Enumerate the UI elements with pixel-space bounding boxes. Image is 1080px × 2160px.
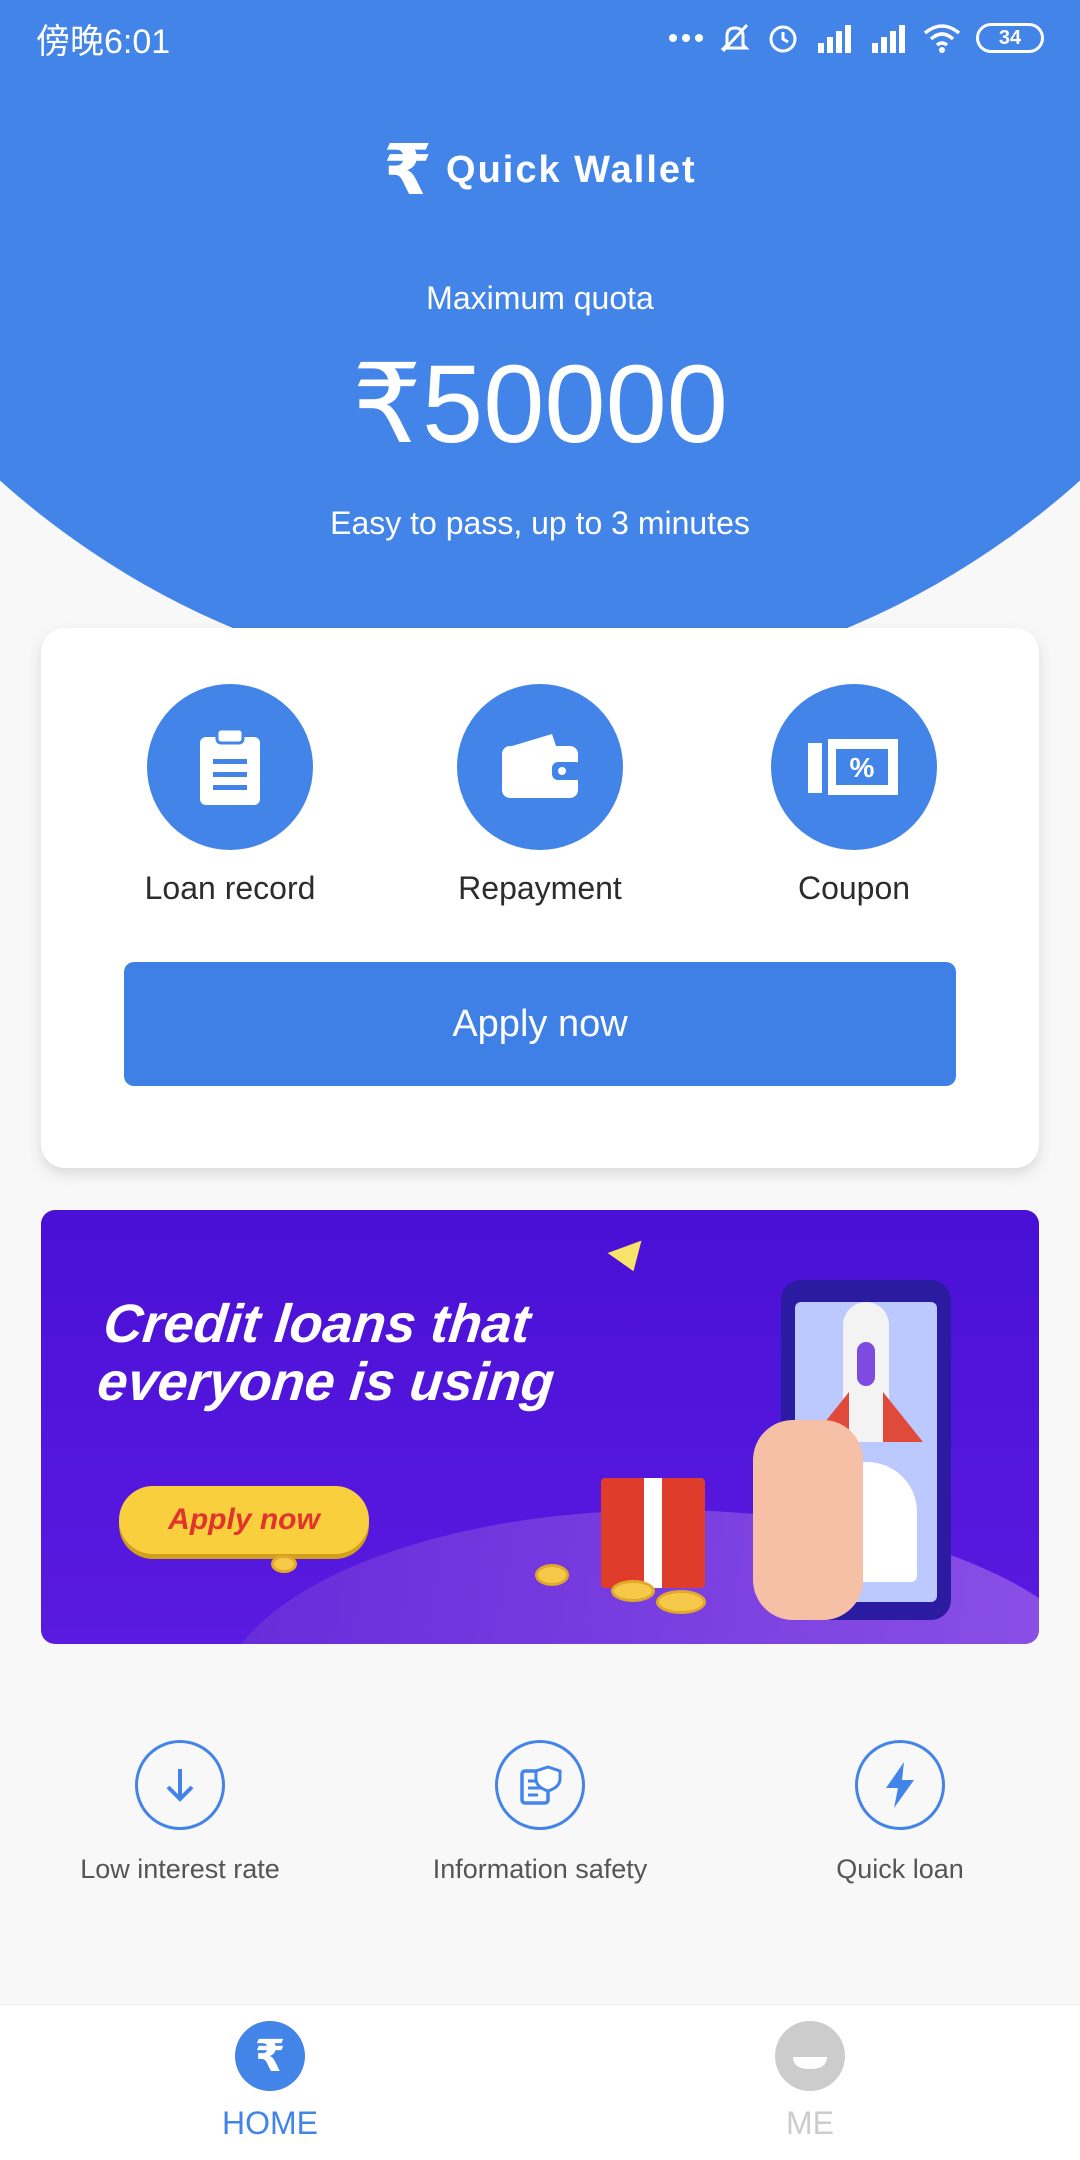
rocket-window	[857, 1342, 875, 1386]
coupon-icon: %	[771, 684, 937, 850]
coin-icon	[611, 1580, 655, 1602]
quota-note: Easy to pass, up to 3 minutes	[330, 505, 750, 541]
paper-plane-icon	[607, 1240, 651, 1278]
tab-label: HOME	[222, 2105, 318, 2141]
status-icons: 34	[668, 21, 1044, 55]
tab-home[interactable]: ₹ HOME	[120, 2021, 420, 2142]
status-bar: 傍晚6:01 34	[0, 0, 1080, 76]
banner-title-line1: Credit loans that	[100, 1294, 534, 1354]
tab-me[interactable]: ME	[660, 2021, 960, 2142]
hand-illustration	[753, 1420, 863, 1620]
coin-icon	[535, 1564, 569, 1586]
action-card: Loan record Repayment % Coupon Apply now	[41, 628, 1039, 1168]
banner-title-line2: everyone is using	[94, 1352, 558, 1412]
signal-r-icon	[818, 25, 851, 53]
coin-icon	[271, 1555, 297, 1573]
battery-icon: 34	[976, 23, 1044, 53]
action-label: Loan record	[144, 870, 316, 906]
promo-banner[interactable]: Credit loans that everyone is using Appl…	[41, 1210, 1039, 1644]
lightning-icon	[855, 1740, 945, 1830]
feature-label: Quick loan	[836, 1854, 964, 1884]
quota-label: Maximum quota	[426, 280, 654, 316]
bell-muted-icon	[720, 23, 750, 53]
rupee-icon: ₹	[235, 2021, 305, 2091]
secure-document-icon	[495, 1740, 585, 1830]
feature-information-safety: Information safety	[390, 1740, 690, 1885]
action-label: Repayment	[458, 870, 622, 906]
coupon-button[interactable]: % Coupon	[729, 684, 979, 907]
feature-label: Information safety	[432, 1854, 648, 1884]
wifi-icon	[923, 24, 961, 53]
feature-quick-loan: Quick loan	[750, 1740, 1050, 1885]
rupee-logo-icon: ₹	[383, 131, 433, 209]
repayment-button[interactable]: Repayment	[415, 684, 665, 907]
wallet-icon	[457, 684, 623, 850]
bottom-tab-bar: ₹ HOME ME	[0, 2004, 1080, 2160]
action-label: Coupon	[797, 870, 911, 906]
signal-hd-icon	[872, 25, 905, 53]
more-dots-icon	[669, 34, 703, 42]
banner-title: Credit loans that everyone is using	[94, 1294, 667, 1412]
svg-text:%: %	[850, 752, 875, 783]
rocket-fin-right	[883, 1392, 923, 1442]
hero-header: 傍晚6:01 34 ₹ Quick Wallet Maximum quota ₹…	[0, 0, 1080, 700]
clipboard-icon	[147, 684, 313, 850]
download-arrow-icon	[135, 1740, 225, 1830]
tab-label: ME	[786, 2105, 834, 2141]
loan-record-button[interactable]: Loan record	[105, 684, 355, 907]
battery-level: 34	[998, 26, 1022, 49]
status-time: 傍晚6:01	[36, 22, 171, 61]
profile-icon	[775, 2021, 845, 2091]
apply-now-button[interactable]: Apply now	[124, 962, 956, 1086]
feature-low-interest: Low interest rate	[30, 1740, 330, 1885]
quota-amount: ₹50000	[352, 343, 728, 466]
gift-ribbon	[644, 1478, 662, 1588]
brand: ₹ Quick Wallet	[0, 130, 1080, 210]
alarm-icon	[769, 25, 797, 53]
banner-apply-button[interactable]: Apply now	[119, 1486, 369, 1554]
coin-icon	[656, 1590, 706, 1614]
feature-label: Low interest rate	[80, 1854, 280, 1884]
app-name: Quick Wallet	[446, 148, 697, 191]
